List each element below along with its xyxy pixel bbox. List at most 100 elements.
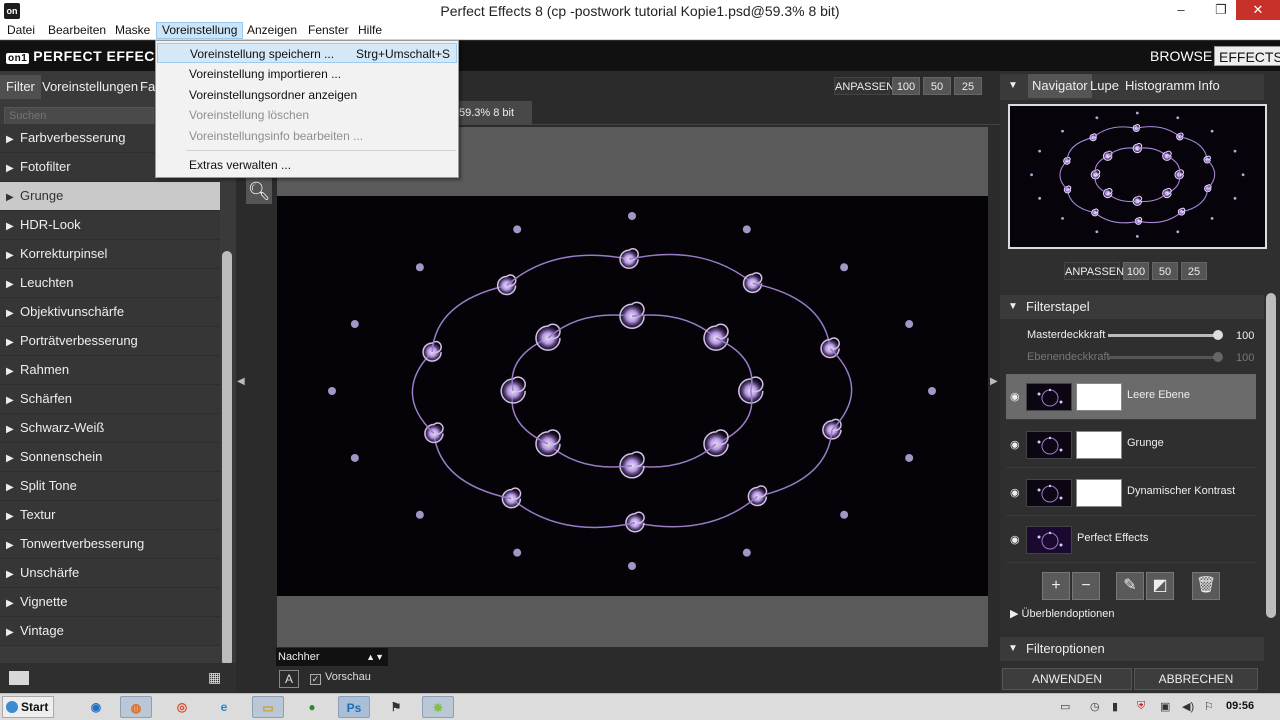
preview-toggle[interactable]: ✓ Vorschau <box>310 671 371 685</box>
layer-mask[interactable] <box>1076 383 1122 411</box>
filter-item[interactable]: ▶ Vignette <box>0 588 220 617</box>
collapse-right-icon[interactable]: ▶ <box>990 376 998 387</box>
tray-volume-icon[interactable]: ◀) <box>1182 700 1194 713</box>
perfect-effects-icon[interactable]: ✸ <box>422 696 454 718</box>
tray-clock-icon[interactable]: ◷ <box>1090 700 1100 713</box>
filter-item[interactable]: ▶ Vintage <box>0 617 220 646</box>
start-button[interactable]: Start <box>2 696 54 718</box>
preview-checkbox[interactable]: ✓ <box>310 674 321 685</box>
mask-layer-icon[interactable]: ◩ <box>1146 572 1174 600</box>
daz-icon[interactable]: ⚑ <box>380 696 412 718</box>
zoom-fit-button[interactable]: ANPASSEN <box>834 77 894 95</box>
filter-item[interactable]: ▶ Textur <box>0 501 220 530</box>
master-opacity-slider[interactable] <box>1108 334 1220 337</box>
zoom-50-button[interactable]: 50 <box>923 77 951 95</box>
nav-zoom-fit-button[interactable]: ANPASSEN <box>1064 262 1124 280</box>
collapse-left-icon[interactable]: ◀ <box>237 376 245 387</box>
filter-item-selected[interactable]: ▶ Grunge <box>0 182 220 211</box>
menu-item-manage-extras[interactable]: Extras verwalten ... <box>157 155 457 175</box>
filter-item[interactable]: ▶ Schwarz-Weiß <box>0 414 220 443</box>
effects-button[interactable]: EFFECTS <box>1214 46 1280 66</box>
layer-mask[interactable] <box>1076 479 1122 507</box>
menu-item-import-preset[interactable]: Voreinstellung importieren ... <box>157 64 457 84</box>
layer-mask[interactable] <box>1076 431 1122 459</box>
zoom-tool-icon[interactable]: 🔍︎ <box>246 178 272 204</box>
list-view-icon[interactable] <box>9 671 29 685</box>
menu-anzeigen[interactable]: Anzeigen <box>242 23 302 40</box>
ie-blue-icon[interactable]: e <box>208 696 240 718</box>
eye-icon[interactable]: ◉ <box>1010 533 1020 546</box>
layer-row[interactable]: ◉ Dynamischer Kontrast <box>1006 470 1256 516</box>
nav-zoom-100-button[interactable]: 100 <box>1123 262 1149 280</box>
cancel-button[interactable]: ABBRECHEN <box>1134 668 1258 690</box>
remove-layer-icon[interactable]: − <box>1072 572 1100 600</box>
menu-hilfe[interactable]: Hilfe <box>353 23 387 40</box>
view-mode-select[interactable]: Nachher ▲▼ <box>276 648 388 666</box>
layer-row[interactable]: ◉ Leere Ebene <box>1006 374 1256 420</box>
document-tab[interactable]: 59.3% 8 bit <box>456 101 532 125</box>
zoom-25-button[interactable]: 25 <box>954 77 982 95</box>
right-scrollbar[interactable] <box>1266 293 1276 618</box>
tray-flag-icon[interactable]: ⚐ <box>1204 700 1214 713</box>
layer-row[interactable]: ◉ Perfect Effects <box>1006 517 1256 563</box>
add-layer-icon[interactable]: + <box>1042 572 1070 600</box>
eye-icon[interactable]: ◉ <box>1010 486 1020 499</box>
master-opacity-knob[interactable] <box>1213 330 1223 340</box>
filter-item[interactable]: ▶ Leuchten <box>0 269 220 298</box>
tab-lupe[interactable]: Lupe <box>1086 74 1123 98</box>
menu-datei[interactable]: Datei <box>2 23 40 40</box>
menu-bearbeiten[interactable]: Bearbeiten <box>43 23 111 40</box>
photoshop-icon[interactable]: Ps <box>338 696 370 718</box>
nero-icon[interactable]: ● <box>296 696 328 718</box>
filter-item[interactable]: ▶ HDR-Look <box>0 211 220 240</box>
menu-item-show-preset-folder[interactable]: Voreinstellungsordner anzeigen <box>157 85 457 105</box>
zoom-100-button[interactable]: 100 <box>892 77 920 95</box>
image-canvas[interactable] <box>277 196 988 596</box>
tab-voreinstellungen[interactable]: Voreinstellungen <box>36 75 144 99</box>
chrome-icon[interactable]: ◎ <box>166 696 198 718</box>
collapse-triangle-icon[interactable]: ▼ <box>1008 74 1018 98</box>
tray-keyboard-icon[interactable]: ▭ <box>1060 700 1070 713</box>
ie-icon[interactable]: ◉ <box>80 696 112 718</box>
menu-fenster[interactable]: Fenster <box>303 23 354 40</box>
filter-item[interactable]: ▶ Objektivunschärfe <box>0 298 220 327</box>
eye-icon[interactable]: ◉ <box>1010 438 1020 451</box>
eye-icon[interactable]: ◉ <box>1010 390 1020 403</box>
minimize-button[interactable]: – <box>1166 0 1196 20</box>
tab-info[interactable]: Info <box>1194 74 1224 98</box>
compare-a-button[interactable]: A <box>279 670 299 688</box>
close-button[interactable]: ✕ <box>1236 0 1280 20</box>
filter-item[interactable]: ▶ Korrekturpinsel <box>0 240 220 269</box>
left-scrollbar[interactable] <box>222 251 232 666</box>
nav-zoom-50-button[interactable]: 50 <box>1152 262 1178 280</box>
navigator-thumbnail[interactable] <box>1008 104 1267 249</box>
menu-item-save-preset[interactable]: Voreinstellung speichern ... Strg+Umschal… <box>157 43 457 63</box>
trash-icon[interactable]: 🗑︎ <box>1192 572 1220 600</box>
tray-shield-icon[interactable]: ⛨ <box>1137 700 1145 713</box>
tray-network-icon[interactable]: ▮ <box>1112 700 1118 713</box>
explorer-icon[interactable]: ▭ <box>252 696 284 718</box>
layer-row[interactable]: ◉ Grunge <box>1006 422 1256 468</box>
filter-item[interactable]: ▶ Unschärfe <box>0 559 220 588</box>
filter-item[interactable]: ▶ Rahmen <box>0 356 220 385</box>
apply-button[interactable]: ANWENDEN <box>1002 668 1132 690</box>
tab-navigator[interactable]: Navigator <box>1028 74 1092 98</box>
brush-mask-icon[interactable]: ✎ <box>1116 572 1144 600</box>
firefox-icon[interactable]: ◍ <box>120 696 152 718</box>
filter-item[interactable]: ▶ Split Tone <box>0 472 220 501</box>
search-input[interactable] <box>4 107 154 125</box>
menu-maske[interactable]: Maske <box>110 23 155 40</box>
filter-item[interactable]: ▶ Sonnenschein <box>0 443 220 472</box>
nav-zoom-25-button[interactable]: 25 <box>1181 262 1207 280</box>
browse-button[interactable]: BROWSE <box>1146 46 1216 66</box>
blend-options[interactable]: ▶ Überblendoptionen <box>1010 607 1114 620</box>
filter-item[interactable]: ▶ Porträtverbesserung <box>0 327 220 356</box>
menu-voreinstellung[interactable]: Voreinstellung <box>156 22 244 39</box>
tray-monitor-icon[interactable]: ▣ <box>1160 700 1170 713</box>
filter-item[interactable]: ▶ Tonwertverbesserung <box>0 530 220 559</box>
tab-filter[interactable]: Filter <box>0 75 41 99</box>
collapse-triangle-icon[interactable]: ▼ <box>1008 637 1018 661</box>
maximize-button[interactable]: ❐ <box>1206 0 1236 20</box>
collapse-triangle-icon[interactable]: ▼ <box>1008 295 1018 319</box>
tab-histogramm[interactable]: Histogramm <box>1121 74 1199 98</box>
